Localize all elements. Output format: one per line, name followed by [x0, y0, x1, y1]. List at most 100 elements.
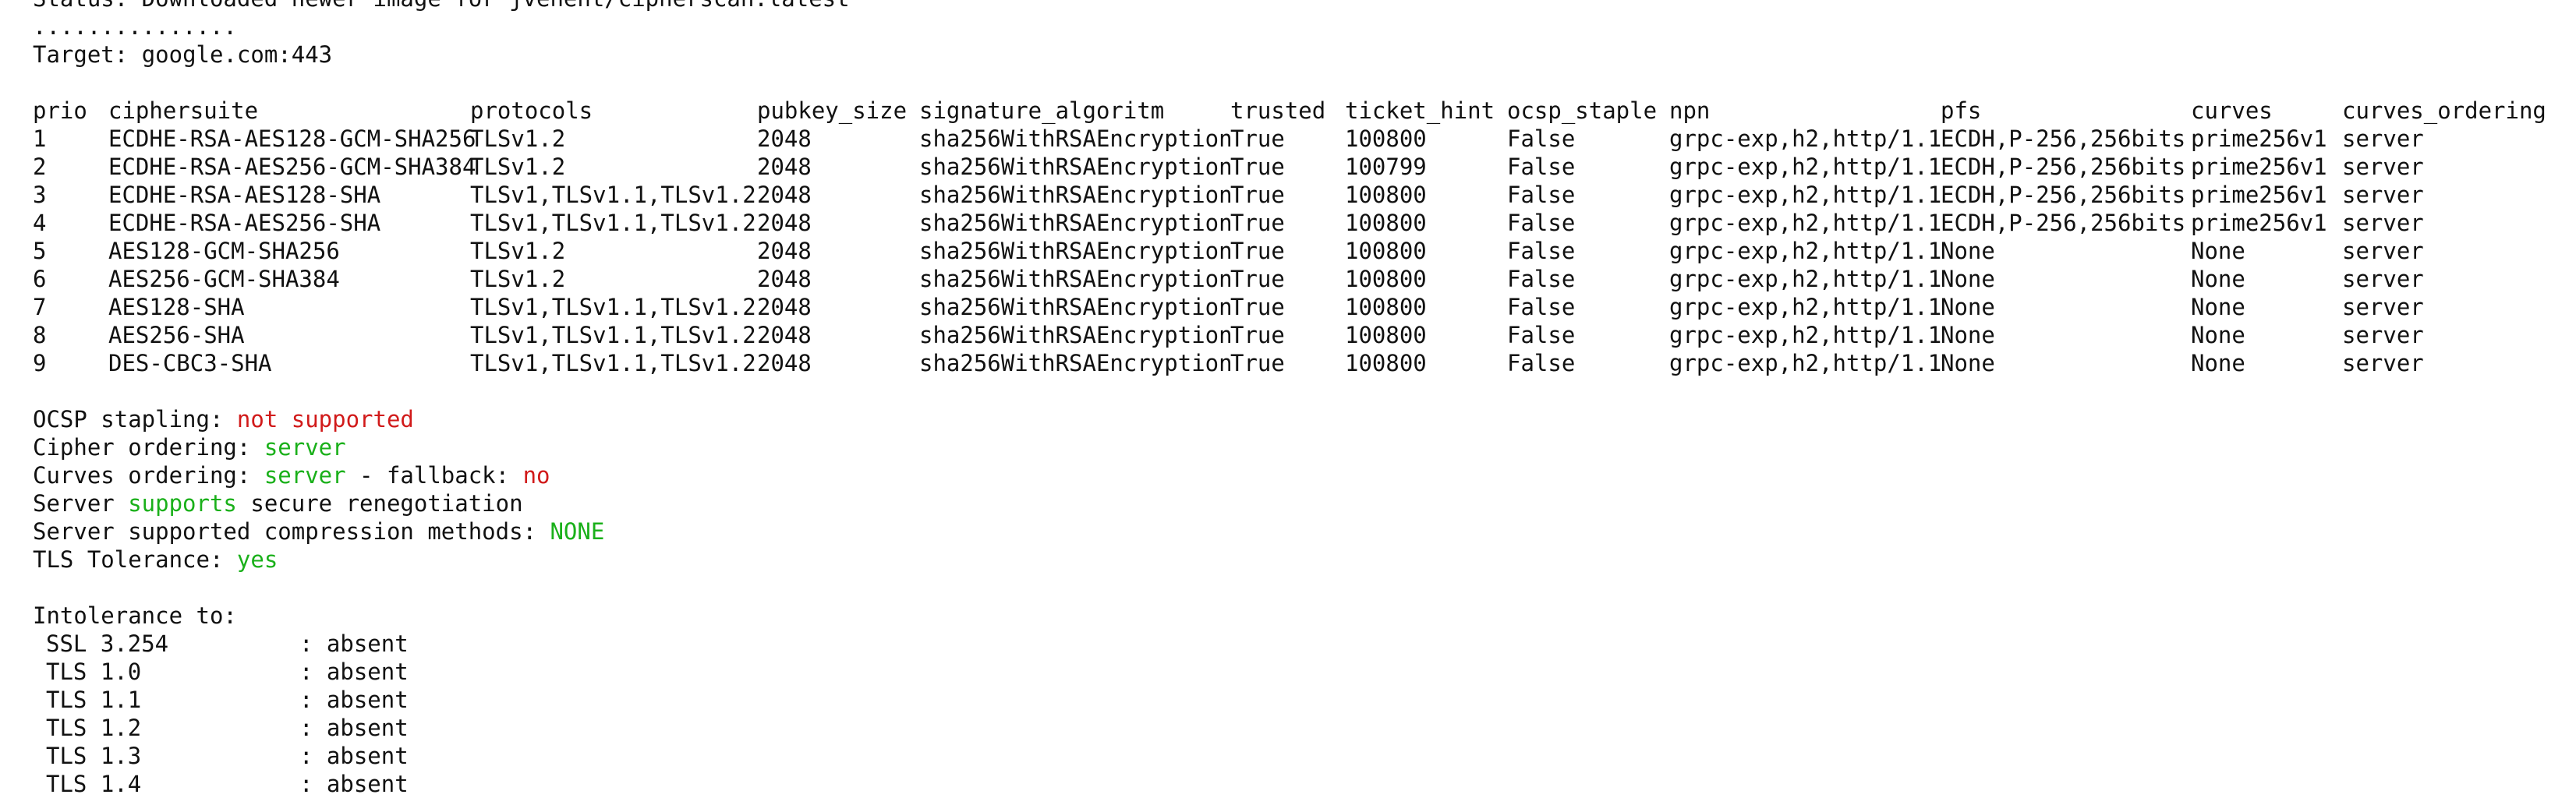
col-header-signature-algorithm: signature_algoritm — [919, 97, 1165, 124]
cell-ticket-hint: 100800 — [1345, 182, 1427, 208]
cell-protocols: TLSv1.2 — [470, 266, 566, 292]
cell-pfs: ECDH,P-256,256bits — [1941, 182, 2186, 208]
cell-pubkey-size: 2048 — [757, 210, 812, 236]
cell-npn: grpc-exp,h2,http/1.1 — [1669, 266, 1942, 292]
cell-trusted: True — [1230, 125, 1285, 152]
cell-trusted: True — [1230, 294, 1285, 320]
cell-curves: None — [2191, 238, 2245, 264]
cell-ticket-hint: 100800 — [1345, 294, 1427, 320]
cell-prio: 4 — [33, 210, 47, 236]
cell-curves: prime256v1 — [2191, 182, 2327, 208]
table-row: 3 ECDHE-RSA-AES128-SHA TLSv1,TLSv1.1,TLSv1… — [33, 181, 2576, 209]
intolerance-status: absent — [326, 687, 409, 713]
cell-ocsp-staple: False — [1507, 322, 1576, 348]
cell-prio: 3 — [33, 182, 47, 208]
cell-prio: 6 — [33, 266, 47, 292]
intolerance-status: absent — [326, 659, 409, 685]
cell-ticket-hint: 100800 — [1345, 125, 1427, 152]
target-value: google.com:443 — [141, 41, 333, 68]
cell-npn: grpc-exp,h2,http/1.1 — [1669, 154, 1942, 180]
cell-curves-ordering: server — [2342, 294, 2424, 320]
table-body: 1 ECDHE-RSA-AES128-GCM-SHA256 TLSv1.2 2048 s… — [33, 125, 2576, 377]
cell-curves-ordering: server — [2342, 210, 2424, 236]
intolerance-heading: Intolerance to: — [33, 602, 237, 629]
cell-trusted: True — [1230, 182, 1285, 208]
target-label: Target: — [33, 41, 129, 68]
cell-pubkey-size: 2048 — [757, 182, 812, 208]
target-line: Target: google.com:443 — [33, 41, 2576, 69]
cell-protocols: TLSv1,TLSv1.1,TLSv1.2 — [470, 322, 756, 348]
cell-prio: 5 — [33, 238, 47, 264]
cell-signature-algorithm: sha256WithRSAEncryption — [919, 125, 1233, 152]
cell-ocsp-staple: False — [1507, 210, 1576, 236]
col-header-curves: curves — [2191, 97, 2273, 124]
cell-prio: 7 — [33, 294, 47, 320]
cell-curves: prime256v1 — [2191, 125, 2327, 152]
intolerance-separator: : — [299, 743, 327, 769]
cell-curves: prime256v1 — [2191, 210, 2327, 236]
table-row: 7 AES128-SHA TLSv1,TLSv1.1,TLSv1.2 2048 sha2… — [33, 293, 2576, 321]
table-row: 4 ECDHE-RSA-AES256-SHA TLSv1,TLSv1.1,TLSv1… — [33, 209, 2576, 237]
progress-dots: ............... — [33, 13, 237, 40]
cell-trusted: True — [1230, 266, 1285, 292]
renegotiation-suffix: secure renegotiation — [236, 490, 523, 517]
fallback-label: - fallback: — [345, 462, 523, 489]
intolerance-version: TLS 1.2 — [46, 715, 142, 741]
cell-npn: grpc-exp,h2,http/1.1 — [1669, 322, 1942, 348]
cell-pubkey-size: 2048 — [757, 238, 812, 264]
table-row: 5 AES128-GCM-SHA256 TLSv1.2 2048 sha256WithR… — [33, 237, 2576, 265]
cell-npn: grpc-exp,h2,http/1.1 — [1669, 238, 1942, 264]
cell-ocsp-staple: False — [1507, 154, 1576, 180]
cell-pubkey-size: 2048 — [757, 154, 812, 180]
intolerance-item: TLS 1.0: absent — [33, 658, 2576, 686]
cell-trusted: True — [1230, 210, 1285, 236]
cell-trusted: True — [1230, 322, 1285, 348]
cell-pubkey-size: 2048 — [757, 350, 812, 376]
cell-pfs: None — [1941, 238, 1995, 264]
intolerance-separator: : — [299, 771, 327, 797]
col-header-ocsp-staple: ocsp_staple — [1507, 97, 1658, 124]
cell-trusted: True — [1230, 238, 1285, 264]
intolerance-separator: : — [299, 659, 327, 685]
cell-curves-ordering: server — [2342, 322, 2424, 348]
cell-ocsp-staple: False — [1507, 182, 1576, 208]
cell-curves: None — [2191, 294, 2245, 320]
fallback-value: no — [522, 462, 550, 489]
col-header-pfs: pfs — [1941, 97, 1982, 124]
cell-npn: grpc-exp,h2,http/1.1 — [1669, 210, 1942, 236]
intolerance-version: TLS 1.4 — [46, 771, 142, 797]
cell-signature-algorithm: sha256WithRSAEncryption — [919, 154, 1233, 180]
curves-ordering-label: Curves ordering: — [33, 462, 264, 489]
renegotiation-line: Server supports secure renegotiation — [33, 489, 2576, 517]
intolerance-status: absent — [326, 715, 409, 741]
cell-ocsp-staple: False — [1507, 238, 1576, 264]
cell-protocols: TLSv1.2 — [470, 125, 566, 152]
cell-curves-ordering: server — [2342, 350, 2424, 376]
table-header: prio ciphersuite protocols pubkey_size s… — [33, 97, 2576, 125]
cell-ticket-hint: 100799 — [1345, 154, 1427, 180]
col-header-prio: prio — [33, 97, 87, 124]
col-header-npn: npn — [1669, 97, 1711, 124]
cell-signature-algorithm: sha256WithRSAEncryption — [919, 294, 1233, 320]
cell-curves-ordering: server — [2342, 238, 2424, 264]
cell-protocols: TLSv1.2 — [470, 154, 566, 180]
cell-ciphersuite: AES256-GCM-SHA384 — [108, 266, 340, 292]
cell-protocols: TLSv1,TLSv1.1,TLSv1.2 — [470, 182, 756, 208]
cell-pubkey-size: 2048 — [757, 125, 812, 152]
cell-curves-ordering: server — [2342, 154, 2424, 180]
cell-pfs: None — [1941, 266, 1995, 292]
cell-ciphersuite: DES-CBC3-SHA — [108, 350, 272, 376]
cell-pubkey-size: 2048 — [757, 322, 812, 348]
cell-protocols: TLSv1,TLSv1.1,TLSv1.2 — [470, 210, 756, 236]
cell-ciphersuite: AES256-SHA — [108, 322, 245, 348]
cell-curves-ordering: server — [2342, 125, 2424, 152]
cell-ocsp-staple: False — [1507, 266, 1576, 292]
cell-curves: None — [2191, 266, 2245, 292]
intolerance-list: SSL 3.254: absent TLS 1.0: absent TLS 1.1:… — [33, 630, 2576, 798]
cell-protocols: TLSv1,TLSv1.1,TLSv1.2 — [470, 294, 756, 320]
cell-ocsp-staple: False — [1507, 125, 1576, 152]
cell-curves: None — [2191, 322, 2245, 348]
cell-prio: 8 — [33, 322, 47, 348]
cell-pfs: None — [1941, 322, 1995, 348]
